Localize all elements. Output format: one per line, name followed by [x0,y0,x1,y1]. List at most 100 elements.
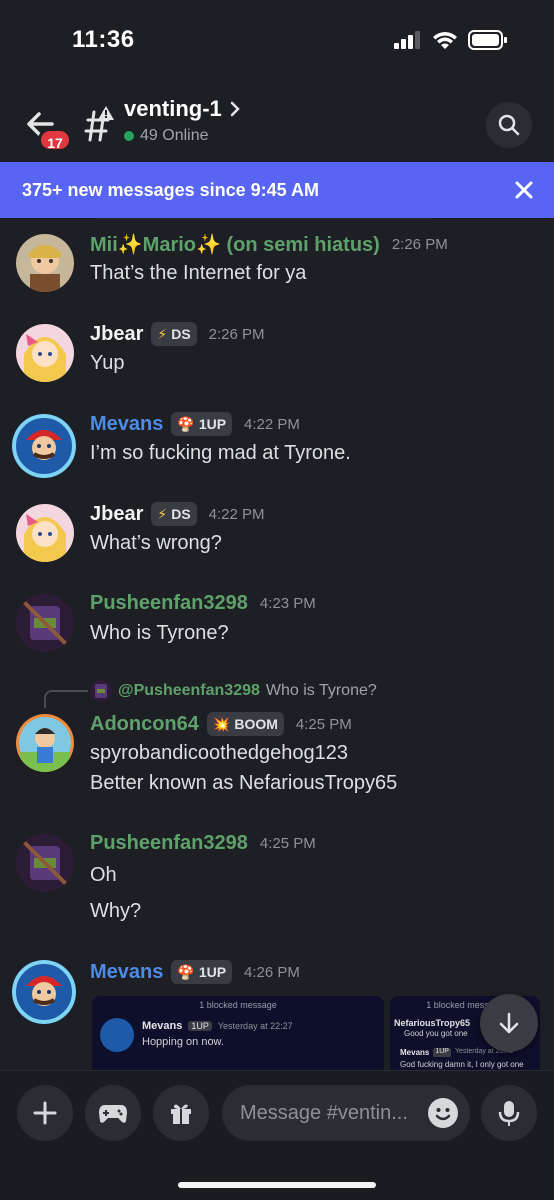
timestamp: 4:25 PM [295,715,352,733]
username[interactable]: Pusheenfan3298 [90,832,248,855]
microphone-icon [498,1101,520,1126]
add-attachment-button[interactable] [17,1085,73,1141]
jump-to-bottom-button[interactable] [480,994,538,1052]
timestamp: 4:26 PM [244,963,300,981]
lightning-icon: ⚡ [157,325,168,342]
avatar [12,414,76,478]
unread-badge: 17 [38,128,72,152]
message-meta: Mevans 🍄 1UP 4:26 PM [90,960,300,984]
reply-reference[interactable]: @Pusheenfan3298 Who is Tyrone? [90,680,377,702]
avatar [12,960,76,1024]
message-text: Oh [90,864,117,886]
new-messages-text: 375+ new messages since 9:45 AM [22,179,319,200]
wifi-icon [433,32,457,49]
message-text: spyrobandicoothedgehog123 [90,742,348,764]
online-count: 49 Online [124,127,209,145]
avatar [16,594,74,652]
timestamp: 4:22 PM [244,415,300,433]
gamepad-icon [99,1105,127,1123]
gift-icon [171,1104,191,1124]
embed-avatar [100,1018,134,1052]
message-text: Why? [90,900,142,922]
attachment-image[interactable]: 1 blocked message Mevans 1UP Yesterday a… [92,996,384,1070]
username[interactable]: Adoncon64 [90,713,199,736]
new-messages-banner[interactable]: 375+ new messages since 9:45 AM [0,162,554,218]
embed-meta: Mevans 1UP Yesterday at 22:27 [142,1020,293,1032]
online-dot-icon [124,131,134,141]
message-list[interactable]: Mii✨Mario✨ (on semi hiatus) 2:26 PM That… [0,218,554,1070]
message-input[interactable]: Message #ventin... [222,1085,470,1141]
message-meta: Adoncon64 💥 BOOM 4:25 PM [90,712,352,736]
role-tag: 🍄 1UP [171,960,233,984]
avatar [16,234,74,292]
plus-icon [33,1101,57,1125]
avatar [16,834,74,892]
username[interactable]: Pusheenfan3298 [90,592,248,615]
clipped-message-fragment [94,218,434,220]
role-tag: 🍄 1UP [171,412,233,436]
message-composer: Message #ventin... [0,1070,554,1200]
message-meta: Pusheenfan3298 4:23 PM [90,592,316,615]
home-indicator[interactable] [178,1182,376,1188]
activities-button[interactable] [85,1085,141,1141]
reply-avatar [90,680,112,702]
channel-header: 17 venting-1 49 Online [0,90,554,162]
username[interactable]: Jbear [90,503,143,526]
role-tag: 💥 BOOM [206,712,284,736]
search-button[interactable] [486,102,532,148]
message-meta: Mevans 🍄 1UP 4:22 PM [90,412,300,436]
message-meta: Jbear ⚡ DS 2:26 PM [90,322,265,346]
username[interactable]: Mii✨Mario✨ (on semi hiatus) [90,232,380,257]
search-icon [498,114,520,136]
message-text: What’s wrong? [90,532,222,554]
role-tag: ⚡ DS [151,502,197,526]
avatar [16,324,74,382]
timestamp: 4:22 PM [208,505,265,523]
status-icons [394,30,508,50]
username[interactable]: Mevans [90,961,163,984]
message-meta: Mii✨Mario✨ (on semi hiatus) 2:26 PM [90,232,448,257]
message-meta: Jbear ⚡ DS 4:22 PM [90,502,265,526]
emoji-button[interactable] [428,1098,458,1128]
arrow-down-icon [499,1012,519,1034]
embed-line: NefariousTropy65 [394,1018,471,1028]
status-time: 11:36 [72,26,135,53]
message-text: That’s the Internet for ya [90,262,307,284]
channel-name: venting-1 [124,96,222,121]
message-meta: Pusheenfan3298 4:25 PM [90,832,316,855]
avatar [16,714,74,772]
mushroom-icon: 🍄 [177,963,195,980]
gift-button[interactable] [153,1085,209,1141]
battery-icon [468,30,507,50]
channel-hash-icon [78,104,118,144]
timestamp: 4:25 PM [259,835,316,852]
username[interactable]: Jbear [90,323,143,346]
chevron-right-icon [230,101,240,117]
timestamp: 2:26 PM [391,236,448,253]
reply-connector [44,690,88,708]
avatar [16,504,74,562]
timestamp: 4:23 PM [259,595,316,612]
role-tag: ⚡ DS [151,322,197,346]
explosion-icon: 💥 [212,715,231,732]
voice-message-button[interactable] [481,1085,537,1141]
reply-text: Who is Tyrone? [265,682,377,699]
message-text: Who is Tyrone? [90,622,229,644]
close-icon[interactable] [512,178,536,202]
embed-header: 1 blocked message [199,1000,277,1010]
embed-text: Hopping on now. [142,1036,224,1048]
emoji-icon [435,1108,451,1121]
reply-username: @Pusheenfan3298 [118,682,260,699]
signal-icon [394,31,420,49]
message-text: Yup [90,352,125,374]
timestamp: 2:26 PM [208,325,265,343]
status-bar: 11:36 [0,0,554,80]
online-text: 49 Online [140,127,209,144]
message-input-placeholder: Message #ventin... [240,1101,408,1124]
lightning-icon: ⚡ [157,505,168,522]
channel-title[interactable]: venting-1 [124,96,242,122]
message-text: I’m so fucking mad at Tyrone. [90,442,351,464]
mushroom-icon: 🍄 [177,415,195,432]
username[interactable]: Mevans [90,413,163,436]
message-text: Better known as NefariousTropy65 [90,772,398,794]
